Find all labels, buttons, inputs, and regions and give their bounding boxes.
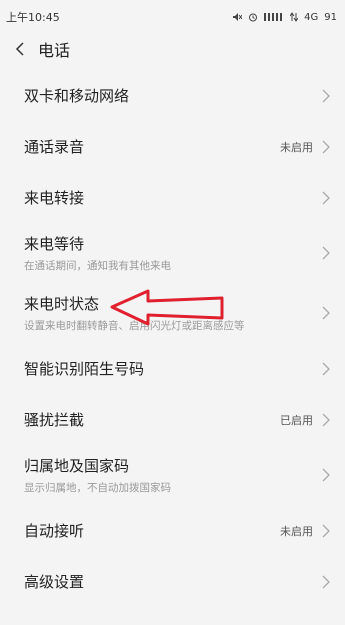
item-label: 高级设置: [24, 573, 85, 591]
settings-list: 双卡和移动网络 通话录音 未启用 来电转接 来电等待 在通话期间，通知我有其他来…: [0, 70, 345, 607]
list-item-harassment-block[interactable]: 骚扰拦截 已启用: [0, 394, 345, 445]
header: 电话: [0, 34, 345, 64]
chevron-right-icon: [322, 246, 330, 260]
list-item-smart-caller-id[interactable]: 智能识别陌生号码: [0, 343, 345, 394]
item-label: 自动接听: [24, 522, 85, 540]
list-item-auto-answer[interactable]: 自动接听 未启用: [0, 505, 345, 556]
status-bar: 上午10:45 4G 91: [0, 0, 345, 34]
chevron-right-icon: [322, 524, 330, 537]
chevron-right-icon: [322, 306, 330, 320]
chevron-right-icon: [322, 89, 330, 102]
network-type: 4G: [304, 11, 319, 23]
list-item-call-waiting[interactable]: 来电等待 在通话期间，通知我有其他来电: [0, 223, 345, 283]
data-transfer-icon: [290, 12, 299, 22]
status-time: 上午10:45: [6, 11, 60, 24]
item-label: 通话录音: [24, 138, 85, 156]
signal-icon: [264, 13, 283, 21]
item-description: 显示归属地，不自动加拨国家码: [24, 482, 171, 494]
page-title: 电话: [38, 41, 71, 60]
back-button[interactable]: [10, 39, 30, 59]
list-item-incoming-call-status[interactable]: 来电时状态 设置来电时翻转静音、启用闪光灯或距离感应等: [0, 283, 345, 343]
item-label: 来电时状态: [24, 295, 100, 313]
list-item-call-recording[interactable]: 通话录音 未启用: [0, 121, 345, 172]
chevron-right-icon: [322, 413, 330, 426]
item-description: 设置来电时翻转静音、启用闪光灯或距离感应等: [24, 320, 245, 332]
chevron-right-icon: [322, 575, 330, 588]
chevron-left-icon: [15, 42, 24, 56]
item-status: 未启用: [280, 140, 313, 154]
list-item-dual-sim[interactable]: 双卡和移动网络: [0, 70, 345, 121]
item-label: 智能识别陌生号码: [24, 360, 145, 378]
chevron-right-icon: [322, 468, 330, 482]
chevron-right-icon: [322, 140, 330, 153]
item-label: 骚扰拦截: [24, 411, 85, 429]
item-description: 在通话期间，通知我有其他来电: [24, 260, 171, 272]
list-item-advanced-settings[interactable]: 高级设置: [0, 556, 345, 607]
item-label: 归属地及国家码: [24, 457, 130, 475]
battery-level: 91: [324, 11, 337, 23]
item-status: 已启用: [280, 413, 313, 427]
chevron-right-icon: [322, 191, 330, 204]
chevron-right-icon: [322, 362, 330, 375]
mute-icon: [233, 13, 243, 21]
item-label: 双卡和移动网络: [24, 87, 130, 105]
list-item-location-country-code[interactable]: 归属地及国家码 显示归属地，不自动加拨国家码: [0, 445, 345, 505]
alarm-icon: [249, 13, 258, 22]
list-item-call-forwarding[interactable]: 来电转接: [0, 172, 345, 223]
item-label: 来电转接: [24, 189, 85, 207]
item-status: 未启用: [280, 524, 313, 538]
status-icons: 4G 91: [232, 12, 337, 23]
item-label: 来电等待: [24, 235, 85, 253]
